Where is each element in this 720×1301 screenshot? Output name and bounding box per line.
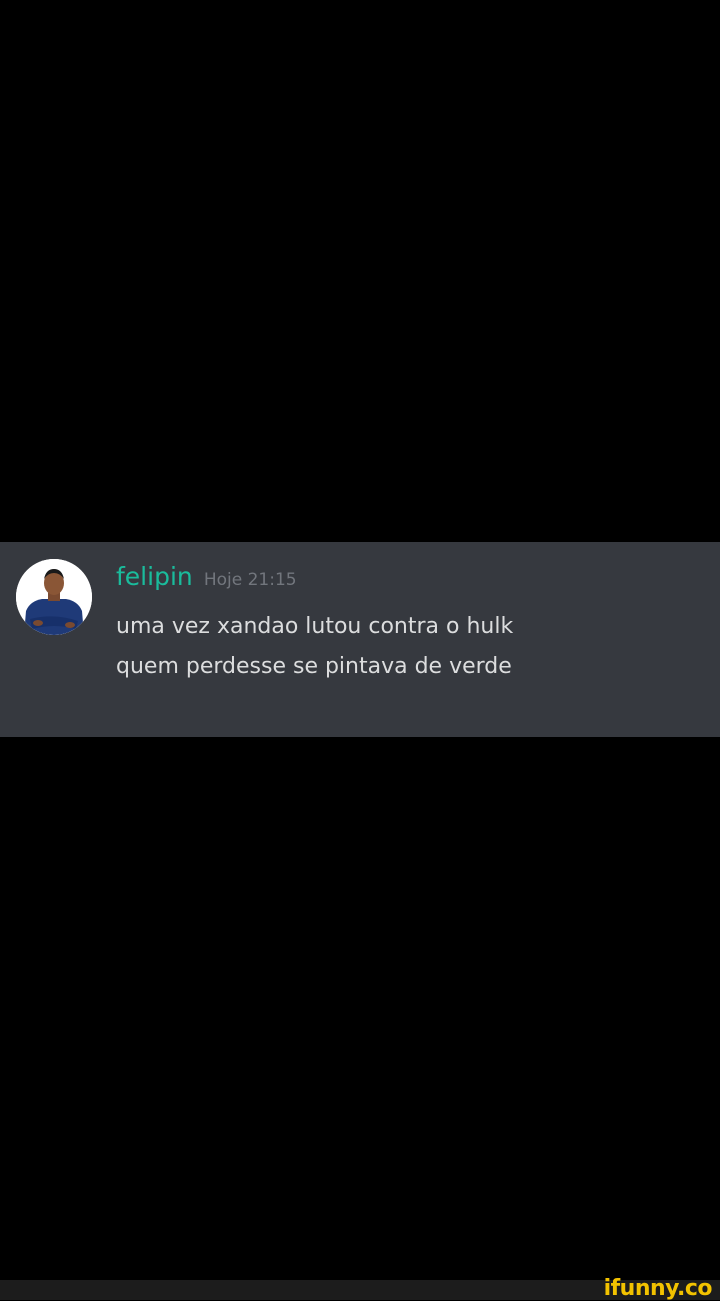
message-text-line: quem perdesse se pintava de verde [116,654,512,679]
timestamp: Hoje 21:15 [203,570,297,590]
watermark-logo: ifunny.co [603,1276,713,1301]
username[interactable]: felipin [116,562,193,591]
message-text-line: uma vez xandao lutou contra o hulk [116,614,514,639]
avatar[interactable] [16,559,92,635]
avatar-image [16,559,92,635]
message-header: felipin Hoje 21:15 [116,562,297,591]
chat-message: felipin Hoje 21:15 uma vez xandao lutou … [0,542,720,737]
